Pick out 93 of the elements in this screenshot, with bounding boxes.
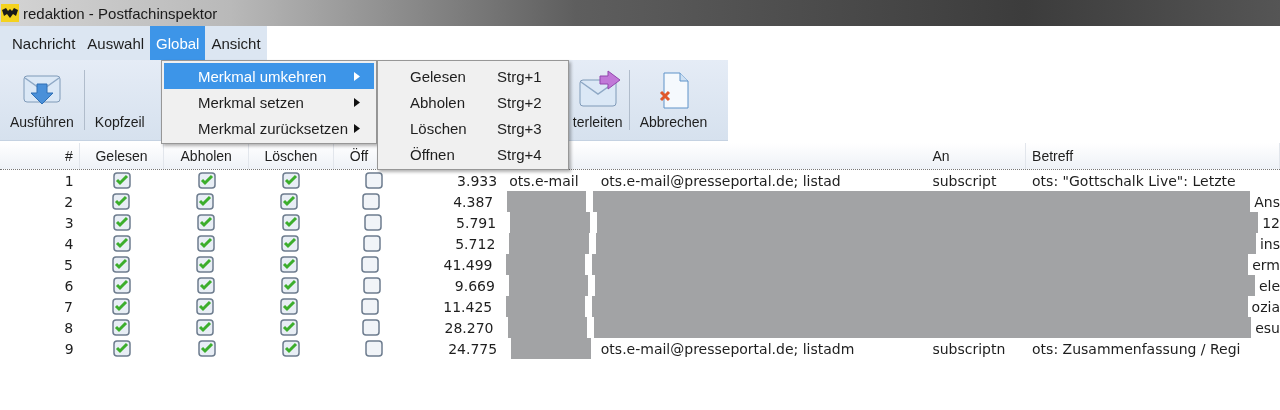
window-title: redaktion - Postfachinspektor [23, 4, 218, 22]
row-number: 6 [63, 276, 75, 296]
menu-item[interactable]: Gelesen [410, 67, 497, 85]
subject-cell-text: Ans [1253, 193, 1280, 210]
checkbox[interactable] [280, 234, 301, 253]
sender-cell-text: ots.e-mail [508, 171, 580, 191]
checkbox[interactable] [279, 318, 300, 337]
toolbar-button[interactable]: terleiten [572, 60, 623, 140]
checkbox[interactable] [280, 213, 301, 232]
size-cell-text: 11.425 [442, 297, 494, 317]
shortcut-label: Strg+1 [497, 67, 542, 85]
menu-item[interactable]: Nachricht [6, 26, 82, 60]
checkbox[interactable] [281, 171, 302, 190]
subject-cell-text: ins [1258, 235, 1280, 252]
row-number: 7 [63, 297, 74, 317]
shortcut-label: Strg+3 [497, 119, 542, 137]
table-cell-text: ots.e-mail@presseportal.de; listad [599, 171, 842, 191]
checkbox[interactable] [362, 234, 383, 253]
menu-item[interactable]: Merkmal zurücksetzen [164, 115, 374, 141]
checkbox[interactable] [363, 339, 384, 358]
checkbox[interactable] [111, 192, 132, 211]
checkbox[interactable] [112, 171, 133, 190]
checkbox[interactable] [361, 276, 382, 295]
row-number: 5 [63, 255, 74, 275]
column-header[interactable]: Betreff [1026, 143, 1280, 169]
checkbox[interactable] [278, 297, 299, 316]
checkbox[interactable] [196, 234, 216, 253]
toolbar-button[interactable]: Kopfzeil [90, 60, 143, 140]
row-number: 8 [63, 318, 75, 338]
subject-cell-text: ozia [1250, 298, 1280, 315]
row-number: 2 [63, 192, 75, 212]
checkbox[interactable] [111, 276, 132, 295]
subject-cell-text: esu [1254, 319, 1280, 336]
subject-cell-text: erm [1251, 256, 1280, 273]
menu-item[interactable]: Ansicht [205, 26, 267, 60]
size-cell-text: 24.775 [447, 339, 499, 359]
subject-cell-text: ele [1257, 277, 1280, 294]
menu-item[interactable]: Auswahl [81, 26, 151, 60]
checkbox[interactable] [362, 213, 383, 232]
menu-item[interactable]: Löschen [410, 119, 497, 137]
toolbar-button[interactable]: Abbrechen [635, 60, 712, 140]
checkbox[interactable] [278, 255, 299, 274]
shortcut-label: Strg+2 [497, 93, 542, 111]
subject-cell-text: 12 [1261, 214, 1280, 231]
size-cell-text: 4.387 [452, 192, 495, 212]
checkbox[interactable] [196, 213, 217, 232]
envelope-forward-icon [576, 70, 623, 110]
recipient-cell-text: subscript [931, 171, 998, 191]
checkbox[interactable] [111, 234, 132, 253]
size-cell-text: 9.669 [453, 276, 496, 296]
size-cell-text: 28.270 [443, 318, 495, 338]
submenu-arrow-icon [354, 124, 360, 133]
checkbox[interactable] [112, 339, 133, 358]
checkbox[interactable] [196, 171, 217, 190]
size-cell-text: 5.712 [454, 234, 497, 254]
size-cell-text: 5.791 [455, 213, 498, 233]
checkbox[interactable] [360, 192, 381, 211]
menu-item[interactable]: Merkmal setzen [164, 89, 374, 115]
checkbox[interactable] [110, 255, 131, 274]
checkbox[interactable] [279, 192, 300, 211]
submenu-arrow-icon [354, 98, 360, 107]
column-header[interactable]: # [0, 143, 80, 169]
row-number: 3 [63, 213, 75, 233]
submenu-arrow-icon [354, 72, 360, 81]
checkbox[interactable] [280, 276, 301, 295]
subject-cell-text: ots: "Gottschalk Live": Letzte [1031, 171, 1237, 191]
checkbox[interactable] [360, 297, 380, 316]
size-cell-text: 41.499 [442, 255, 494, 275]
checkbox[interactable] [281, 339, 302, 358]
checkbox[interactable] [111, 213, 132, 232]
checkbox[interactable] [195, 276, 216, 295]
checkbox[interactable] [110, 297, 131, 316]
size-cell-text: 3.933 [456, 171, 499, 191]
table-cell-text: ots.e-mail@presseportal.de; listadm [599, 339, 856, 359]
recipient-cell-text: subscriptn [931, 339, 1007, 359]
checkbox[interactable] [111, 318, 132, 337]
app-icon [1, 4, 19, 22]
row-number: 1 [63, 171, 75, 191]
subject-cell-text: ots: Zusammenfassung / Regi [1031, 339, 1242, 359]
checkbox[interactable] [194, 255, 215, 274]
checkbox[interactable] [194, 297, 215, 316]
toolbar-button[interactable]: Ausführen [6, 60, 78, 140]
checkbox[interactable] [196, 339, 217, 358]
row-number: 4 [63, 234, 75, 254]
checkbox[interactable] [195, 192, 216, 211]
shortcut-label: Strg+4 [497, 145, 542, 163]
checkbox[interactable] [363, 171, 384, 190]
checkbox[interactable] [360, 255, 381, 274]
menu-item[interactable]: Abholen [410, 93, 497, 111]
row-number: 9 [63, 339, 75, 359]
checkbox[interactable] [195, 318, 216, 337]
checkbox[interactable] [360, 318, 381, 337]
column-header[interactable]: An [926, 143, 1027, 169]
